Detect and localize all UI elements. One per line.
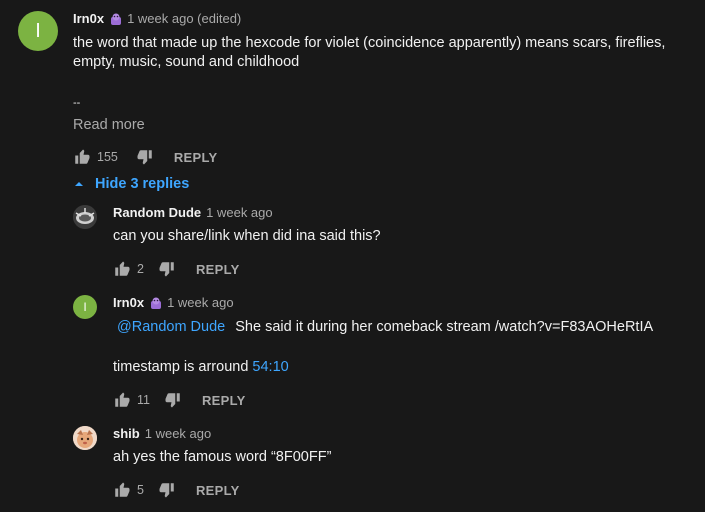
reply-header: shib 1 week ago — [113, 426, 211, 441]
reply-text: ah yes the famous word “8F00FF” — [113, 449, 332, 465]
thumbs-down-icon[interactable] — [164, 391, 182, 409]
member-badge-icon — [111, 13, 122, 25]
reply-button[interactable]: REPLY — [174, 150, 218, 165]
reply-time[interactable]: 1 week ago — [145, 426, 212, 441]
thumbs-down-icon[interactable] — [158, 260, 176, 278]
author-name[interactable]: shib — [113, 426, 140, 441]
thumbs-up-icon[interactable] — [113, 260, 131, 278]
hide-replies-label: Hide 3 replies — [95, 176, 190, 192]
thumbs-up-icon[interactable] — [113, 391, 131, 409]
avatar[interactable]: I — [18, 11, 58, 51]
shib-avatar-image — [73, 426, 97, 450]
reply-text: can you share/link when did ina said thi… — [113, 228, 381, 244]
timestamp-link[interactable]: 54:10 — [252, 359, 288, 375]
avatar-letter: I — [35, 19, 41, 42]
like-count: 2 — [137, 262, 144, 276]
avatar[interactable] — [73, 205, 97, 229]
avatar-letter: I — [83, 300, 87, 314]
reply-timestamp-line: timestamp is arround 54:10 — [113, 357, 289, 377]
reply-time[interactable]: 1 week ago — [167, 295, 234, 310]
author-name[interactable]: Irn0x — [113, 295, 144, 310]
caret-up-icon — [75, 182, 83, 186]
reply-actions: 2 REPLY — [113, 260, 240, 278]
avatar[interactable] — [73, 426, 97, 450]
reply-header: Random Dude 1 week ago — [113, 205, 273, 220]
thumbs-down-icon[interactable] — [158, 481, 176, 499]
author-name[interactable]: Random Dude — [113, 205, 201, 220]
read-more-button[interactable]: Read more — [73, 117, 145, 133]
reply-button[interactable]: REPLY — [196, 483, 240, 498]
hide-replies-button[interactable]: Hide 3 replies — [73, 176, 189, 192]
like-count: 5 — [137, 483, 144, 497]
reply-text-body: She said it during her comeback stream /… — [235, 319, 654, 335]
thumbs-up-icon[interactable] — [113, 481, 131, 499]
timestamp-prefix: timestamp is arround — [113, 359, 253, 375]
comment-thread: I Irn0x 1 week ago (edited) the word tha… — [0, 0, 705, 512]
comment-text-line: -- — [73, 97, 81, 109]
avatar[interactable]: I — [73, 295, 97, 319]
member-badge-icon — [151, 297, 162, 309]
reply-header: Irn0x 1 week ago — [113, 295, 234, 310]
comment-text-line: the word that made up the hexcode for vi… — [73, 35, 666, 51]
reply-text: @Random Dude She said it during her come… — [113, 317, 653, 337]
author-name[interactable]: Irn0x — [73, 11, 104, 26]
comment-actions: 155 REPLY — [73, 148, 218, 166]
thumbs-down-icon[interactable] — [136, 148, 154, 166]
reply-time[interactable]: 1 week ago — [206, 205, 273, 220]
like-count: 155 — [97, 150, 118, 164]
comment-text-line: empty, music, sound and childhood — [73, 54, 300, 70]
reply-actions: 5 REPLY — [113, 481, 240, 499]
thumbs-up-icon[interactable] — [73, 148, 91, 166]
random-dude-avatar-image — [73, 205, 97, 229]
mention-link[interactable]: @Random Dude — [117, 319, 225, 335]
like-count: 11 — [137, 393, 150, 407]
reply-button[interactable]: REPLY — [202, 393, 246, 408]
comment-time[interactable]: 1 week ago (edited) — [127, 11, 241, 26]
reply-actions: 11 REPLY — [113, 391, 246, 409]
reply-button[interactable]: REPLY — [196, 262, 240, 277]
comment-header: Irn0x 1 week ago (edited) — [73, 11, 241, 26]
